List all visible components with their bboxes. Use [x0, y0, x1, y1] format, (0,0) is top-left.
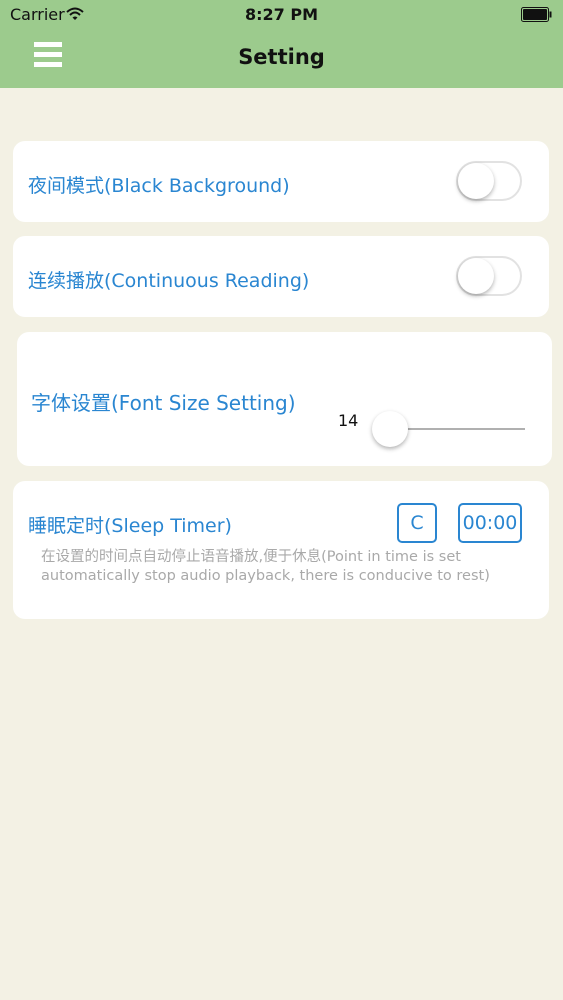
toggle-knob: [458, 163, 494, 199]
sleep-timer-time-button[interactable]: 00:00: [458, 503, 522, 543]
sleep-timer-description: 在设置的时间点自动停止语音播放,便于休息(Point in time is se…: [41, 549, 490, 584]
continuous-reading-label: 连续播放(Continuous Reading): [28, 270, 310, 292]
status-bar: Carrier 8:27 PM: [0, 0, 563, 30]
night-mode-label: 夜间模式(Black Background): [28, 175, 290, 197]
sleep-timer-label: 睡眠定时(Sleep Timer): [28, 515, 232, 537]
page-title: Setting: [238, 45, 325, 69]
font-size-row: 字体设置(Font Size Setting): [17, 332, 552, 466]
font-size-slider-track[interactable]: [388, 428, 525, 430]
font-size-label: 字体设置(Font Size Setting): [31, 391, 296, 415]
nav-bar: Carrier 8:27 PM Setting: [0, 0, 563, 88]
font-size-value: 14: [338, 411, 359, 430]
continuous-reading-row: 连续播放(Continuous Reading): [13, 236, 549, 317]
font-size-slider-thumb[interactable]: [372, 411, 408, 447]
toggle-knob: [458, 258, 494, 294]
night-mode-row: 夜间模式(Black Background): [13, 141, 549, 222]
sleep-timer-clear-button[interactable]: C: [397, 503, 437, 543]
night-mode-toggle[interactable]: [456, 161, 522, 201]
continuous-reading-toggle[interactable]: [456, 256, 522, 296]
battery-icon: [521, 7, 553, 26]
clock: 8:27 PM: [244, 5, 318, 24]
